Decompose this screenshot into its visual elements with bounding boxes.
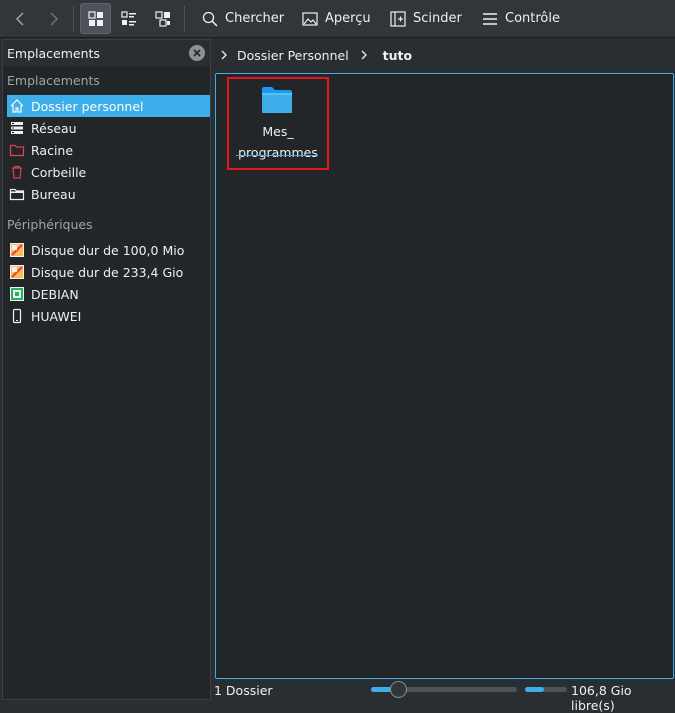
device-debian[interactable]: DEBIAN [7, 283, 210, 305]
icons-view-button[interactable] [80, 3, 111, 34]
device-huawei[interactable]: HUAWEI [7, 305, 210, 327]
place-network[interactable]: Réseau [7, 117, 210, 139]
toolbar-separator [73, 6, 74, 32]
toolbar: Chercher Aperçu Scinder Contrôle [0, 0, 675, 38]
trash-icon [9, 164, 25, 180]
place-home[interactable]: Dossier personnel [7, 95, 210, 117]
chevron-left-icon [15, 11, 24, 26]
hamburger-menu-icon [483, 12, 497, 25]
device-label: Disque dur de 100,0 Mio [31, 242, 185, 258]
chevron-right-icon[interactable] [359, 49, 369, 61]
folder-name-line1: Mes_ [262, 124, 294, 139]
device-disk-233[interactable]: Disque dur de 233,4 Gio [7, 261, 210, 283]
desktop-icon [9, 186, 25, 202]
phone-icon [9, 308, 25, 324]
zoom-slider[interactable] [371, 681, 517, 698]
status-info: 1 Dossier [214, 683, 273, 698]
free-space-label: 106,8 Gio libre(s) [571, 683, 632, 713]
device-label: HUAWEI [31, 308, 82, 324]
search-label: Chercher [225, 11, 285, 26]
usb-drive-icon [9, 286, 25, 302]
place-label: Racine [31, 142, 74, 158]
panel-title-bar: Emplacements [3, 40, 210, 66]
compact-view-icon [121, 10, 136, 25]
breadcrumb: Dossier Personnel tuto [213, 40, 675, 70]
zoom-slider-handle[interactable] [390, 681, 407, 698]
place-desktop[interactable]: Bureau [7, 183, 210, 205]
chevron-right-icon [50, 11, 59, 26]
selection-underline [236, 155, 318, 156]
place-label: Dossier personnel [31, 98, 144, 114]
back-button[interactable] [8, 3, 32, 34]
chevron-right-icon[interactable] [219, 49, 229, 61]
toolbar-separator [184, 6, 185, 32]
image-preview-icon [302, 11, 318, 26]
folder-name: Mes_ programmes [229, 121, 327, 163]
control-menu-button[interactable]: Contrôle [478, 3, 564, 34]
preview-button[interactable]: Aperçu [298, 3, 375, 34]
hard-disk-icon [9, 242, 25, 258]
device-label: Disque dur de 233,4 Gio [31, 264, 184, 280]
folder-icon [262, 87, 292, 113]
split-button[interactable]: Scinder [386, 3, 466, 34]
icons-view-icon [87, 10, 103, 26]
places-panel: Emplacements Emplacements Dossier person… [2, 39, 211, 700]
place-trash[interactable]: Corbeille [7, 161, 210, 183]
control-label: Contrôle [505, 11, 560, 26]
status-bar: 1 Dossier 106,8 Gio libre(s) [213, 680, 675, 713]
place-root[interactable]: Racine [7, 139, 210, 161]
network-icon [9, 120, 25, 136]
hard-disk-icon [9, 264, 25, 280]
preview-label: Aperçu [325, 11, 371, 26]
place-label: Corbeille [31, 164, 87, 180]
search-icon [202, 11, 218, 27]
split-view-icon [390, 10, 406, 27]
split-label: Scinder [413, 11, 462, 26]
home-icon [9, 98, 25, 114]
panel-title: Emplacements [7, 46, 100, 61]
breadcrumb-item-current[interactable]: tuto [383, 48, 412, 63]
free-space-bar [525, 687, 567, 692]
file-view[interactable]: Mes_ programmes [215, 73, 674, 679]
place-label: Réseau [31, 120, 77, 136]
close-icon [193, 49, 201, 57]
compact-view-button[interactable] [116, 3, 142, 34]
root-folder-icon [9, 142, 25, 158]
search-button[interactable]: Chercher [198, 3, 288, 34]
places-section-title: Emplacements [7, 73, 100, 88]
place-label: Bureau [31, 186, 76, 202]
device-disk-100[interactable]: Disque dur de 100,0 Mio [7, 239, 210, 261]
forward-button[interactable] [42, 3, 66, 34]
devices-section-title: Périphériques [7, 217, 93, 232]
tree-view-icon [155, 10, 170, 27]
free-space-bar-fill [525, 687, 544, 692]
panel-close-button[interactable] [189, 45, 205, 61]
breadcrumb-item-home[interactable]: Dossier Personnel [237, 48, 349, 63]
tree-view-button[interactable] [150, 3, 176, 34]
folder-item[interactable]: Mes_ programmes [227, 77, 329, 170]
device-label: DEBIAN [31, 286, 79, 302]
folder-name-line2: programmes [238, 145, 318, 160]
